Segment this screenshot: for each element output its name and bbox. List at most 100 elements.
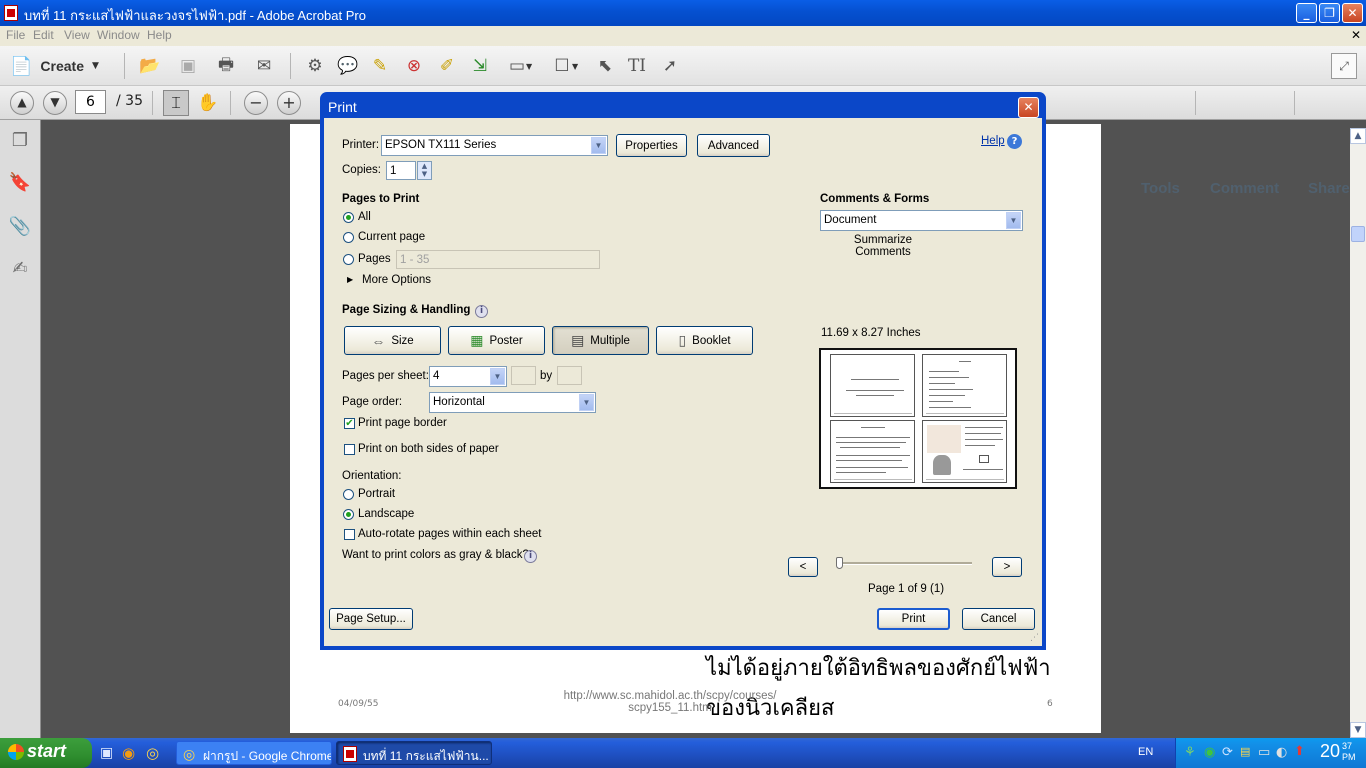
print-both-sides-checkbox[interactable] [344, 444, 355, 455]
zoom-out-icon[interactable]: − [244, 91, 268, 115]
size-button[interactable]: ⇔ Size [344, 326, 441, 355]
menu-view[interactable]: View [64, 28, 90, 42]
network-tray-icon[interactable]: ⚘ [1184, 745, 1196, 760]
preview-slider-thumb[interactable] [836, 557, 843, 569]
pages-range-radio[interactable] [343, 254, 354, 265]
vertical-scrollbar[interactable]: ▲ ▼ [1350, 128, 1366, 738]
chevron-down-icon[interactable]: ▼ [572, 62, 578, 71]
info-icon[interactable]: i [475, 305, 488, 318]
hand-tool-icon[interactable]: ✋ [196, 91, 220, 115]
menu-edit[interactable]: Edit [33, 28, 54, 42]
scroll-thumb[interactable] [1351, 226, 1365, 242]
form-field-icon[interactable]: ☐ [550, 54, 574, 78]
next-page-icon[interactable]: ▼ [43, 91, 67, 115]
pages-range-input[interactable]: 1 - 35 [396, 250, 600, 269]
signatures-icon[interactable]: ✍ [8, 258, 32, 282]
cancel-button[interactable]: Cancel [962, 608, 1035, 630]
pages-per-sheet-select[interactable]: 4 ▼ [429, 366, 507, 387]
taskbar-acrobat-window[interactable]: บทที่ 11 กระแสไฟฟ้าน... [336, 741, 492, 765]
auto-rotate-checkbox[interactable] [344, 529, 355, 540]
open-folder-icon[interactable]: 📂 [138, 54, 162, 78]
scroll-down-icon[interactable]: ▼ [1350, 722, 1366, 738]
print-button[interactable]: Print [877, 608, 950, 630]
copies-input[interactable]: 1 [386, 161, 416, 180]
close-window-button[interactable]: ✕ [1342, 3, 1363, 23]
safely-remove-tray-icon[interactable]: ⬆ [1294, 744, 1305, 759]
start-button[interactable]: start [0, 738, 92, 768]
delete-page-icon[interactable]: ⊗ [402, 54, 426, 78]
settings-gear-icon[interactable]: ⚙ [303, 54, 327, 78]
all-pages-radio[interactable] [343, 212, 354, 223]
fullscreen-icon[interactable]: ⤢ [1331, 53, 1357, 79]
page-number-input[interactable]: 6 [75, 90, 106, 114]
update-tray-icon[interactable]: ⟳ [1222, 745, 1233, 760]
tools-link[interactable]: Tools [1141, 180, 1180, 197]
attachments-icon[interactable]: 📎 [8, 216, 32, 240]
multiple-button[interactable]: ▤ Multiple [552, 326, 649, 355]
page-thumbnails-icon[interactable]: ❐ [8, 130, 32, 154]
bookmarks-icon[interactable]: 🔖 [8, 172, 32, 196]
export-icon[interactable]: ⇲ [468, 54, 492, 78]
menu-window[interactable]: Window [97, 28, 140, 42]
firefox-icon[interactable]: ◉ [122, 744, 135, 762]
sync-tray-icon[interactable]: ◉ [1204, 745, 1215, 760]
acrobat-app-icon[interactable] [4, 5, 18, 21]
landscape-radio[interactable] [343, 509, 354, 520]
booklet-button[interactable]: ▯ Booklet [656, 326, 753, 355]
app-tray-icon[interactable]: ▤ [1240, 745, 1250, 758]
advanced-button[interactable]: Advanced [697, 134, 770, 157]
comment-bubble-icon[interactable]: 💬 [336, 54, 360, 78]
save-icon[interactable]: ▣ [176, 54, 200, 78]
volume-tray-icon[interactable]: ◐ [1276, 745, 1287, 760]
comment-link[interactable]: Comment [1210, 180, 1279, 197]
page-setup-button[interactable]: Page Setup... [329, 608, 413, 630]
comments-forms-select[interactable]: Document ▼ [820, 210, 1023, 231]
taskbar-chrome-window[interactable]: ◎ ฝากรูป - Google Chrome [176, 741, 332, 765]
show-desktop-icon[interactable]: ▣ [100, 745, 113, 761]
properties-button[interactable]: Properties [616, 134, 687, 157]
page-order-select[interactable]: Horizontal ▼ [429, 392, 596, 413]
highlight-pen-icon[interactable]: ✎ [368, 54, 392, 78]
close-dialog-button[interactable]: ✕ [1018, 97, 1039, 118]
page-edit-icon[interactable]: ✐ [435, 54, 459, 78]
preview-slider-track[interactable] [838, 562, 972, 565]
select-object-icon[interactable]: ⬉ [593, 54, 617, 78]
poster-button[interactable]: ▦ Poster [448, 326, 545, 355]
pointer-icon[interactable]: ➚ [658, 54, 682, 78]
info-icon[interactable]: i [524, 550, 537, 563]
help-link[interactable]: Help [981, 135, 1005, 147]
expand-triangle-icon[interactable]: ▶ [347, 275, 353, 284]
previous-page-icon[interactable]: ▲ [10, 91, 34, 115]
preview-previous-button[interactable]: < [788, 557, 818, 577]
create-button[interactable]: 📄 Create ▼ [10, 53, 110, 79]
chevron-down-icon[interactable]: ▼ [526, 62, 532, 71]
minimize-button[interactable]: _ [1296, 3, 1317, 23]
resize-grip-icon[interactable]: ⋰ [1030, 633, 1039, 643]
help-icon[interactable]: ? [1007, 134, 1022, 149]
chrome-icon[interactable]: ◎ [146, 744, 159, 762]
more-options-toggle[interactable]: More Options [362, 274, 431, 286]
touchup-text-icon[interactable]: TI [625, 54, 649, 78]
menu-file[interactable]: File [6, 28, 25, 42]
display-tray-icon[interactable]: ▭ [1258, 745, 1270, 760]
printer-select[interactable]: EPSON TX111 Series ▼ [381, 135, 608, 156]
preview-next-button[interactable]: > [992, 557, 1022, 577]
print-icon[interactable]: 🖶 [214, 54, 238, 78]
custom-columns-input[interactable] [511, 366, 536, 385]
scroll-up-icon[interactable]: ▲ [1350, 128, 1366, 144]
zoom-in-icon[interactable]: + [277, 91, 301, 115]
menu-help[interactable]: Help [147, 28, 172, 42]
current-page-radio[interactable] [343, 232, 354, 243]
language-indicator[interactable]: EN [1138, 746, 1153, 758]
custom-rows-input[interactable] [557, 366, 582, 385]
select-tool-icon[interactable]: ⌶ [163, 90, 189, 116]
portrait-radio[interactable] [343, 489, 354, 500]
summarize-comments-button[interactable]: Summarize Comments [824, 234, 942, 258]
copies-stepper[interactable]: ▲ ▼ [417, 161, 432, 180]
close-document-icon[interactable]: ✕ [1351, 28, 1361, 42]
email-icon[interactable]: ✉ [252, 54, 276, 78]
print-page-border-checkbox[interactable]: ✔ [344, 418, 355, 429]
share-link[interactable]: Share [1308, 180, 1350, 197]
toolbar-separator [1294, 91, 1295, 115]
restore-button[interactable]: ❐ [1319, 3, 1340, 23]
